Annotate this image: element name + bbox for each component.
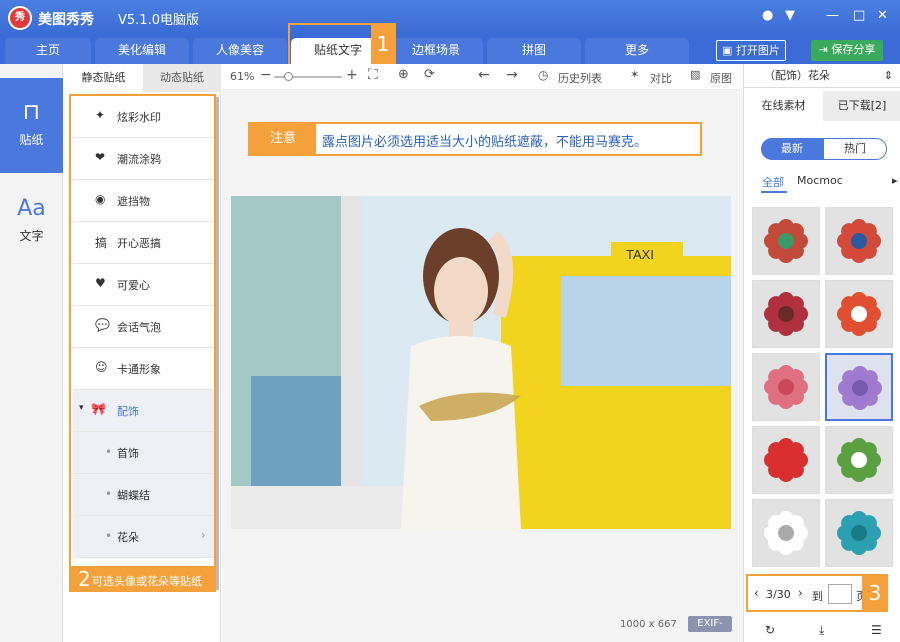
photo-illustration: TAXI — [231, 196, 731, 529]
category-selector[interactable]: （配饰）花朵 ⇕ — [744, 64, 900, 88]
badge-1: 1 — [371, 24, 395, 64]
exif-button[interactable]: EXIF- — [688, 616, 732, 632]
export-icon: ⇥ — [818, 43, 832, 56]
next-page-icon[interactable]: › — [798, 586, 803, 600]
sticker-thumbnail[interactable] — [825, 426, 893, 494]
sticker-thumbnail[interactable] — [825, 499, 893, 567]
flower-icon — [764, 438, 808, 482]
zoom-slider-handle[interactable] — [284, 72, 293, 81]
save-share-button[interactable]: ⇥ 保存分享 — [811, 40, 883, 61]
open-image-button[interactable]: ▣ 打开图片 — [716, 40, 786, 61]
undo-button[interactable]: ← — [478, 67, 490, 83]
main-tabs: 主页 美化编辑 人像美容 贴纸文字 边框场景 拼图 更多 ▣ 打开图片 ⇥ 保存… — [0, 36, 900, 64]
app-logo: 秀 — [8, 6, 32, 30]
layers-icon[interactable]: ☰ — [871, 623, 882, 637]
notice-label: 注意 — [250, 124, 316, 154]
prev-page-icon[interactable]: ‹ — [754, 586, 759, 600]
tab-portrait[interactable]: 人像美容 — [193, 38, 287, 64]
flower-icon — [764, 365, 808, 409]
sticker-thumbnail[interactable] — [752, 280, 820, 348]
badge-3: 3 — [862, 574, 888, 612]
zoom-slider[interactable] — [274, 72, 342, 81]
tab-home[interactable]: 主页 — [5, 38, 91, 64]
page-indicator: 3/30 — [766, 588, 791, 601]
minimize-button[interactable]: — — [826, 8, 839, 23]
title-bar: 秀 美图秀秀 V5.1.0电脑版 ● ▼ — □ ✕ — [0, 0, 900, 36]
notice-text: 露点图片必须选用适当大小的贴纸遮蔽，不能用马赛克。 — [322, 135, 648, 150]
left-rail: ⊓ 贴纸 Aa 文字 — [0, 64, 63, 642]
segment-hot[interactable]: 热门 — [823, 138, 887, 160]
original-button[interactable]: 原图 — [710, 70, 732, 86]
flower-icon — [837, 292, 881, 336]
tab-downloaded[interactable]: 已下载[2] — [823, 91, 900, 121]
tab-beautify[interactable]: 美化编辑 — [95, 38, 189, 64]
goto-label: 到 — [812, 590, 823, 603]
flower-icon — [837, 438, 881, 482]
sticker-thumbnail[interactable] — [825, 280, 893, 348]
badge-2-caption: 可选头像或花朵等贴纸 — [92, 575, 202, 588]
compare-icon: ✶ — [630, 68, 640, 81]
app-version: V5.1.0电脑版 — [118, 13, 199, 28]
sticker-thumbnail[interactable] — [825, 207, 893, 275]
flower-icon — [838, 366, 882, 410]
compare-button[interactable]: 对比 — [650, 70, 672, 86]
zoom-in-button[interactable]: + — [346, 67, 358, 83]
actual-size-icon[interactable]: ⊕ — [398, 67, 409, 82]
updown-icon: ⇕ — [883, 69, 893, 82]
tab-frames[interactable]: 边框场景 — [389, 38, 483, 64]
refresh-icon[interactable]: ↻ — [765, 623, 775, 637]
flower-icon — [764, 292, 808, 336]
maximize-button[interactable]: □ — [853, 8, 865, 23]
rail-stickers[interactable]: ⊓ 贴纸 — [0, 78, 63, 173]
download-icon[interactable]: ⤓ — [819, 623, 824, 638]
close-button[interactable]: ✕ — [877, 8, 888, 23]
fit-window-icon[interactable]: ⛶ — [368, 67, 378, 83]
image-icon: ▣ — [722, 44, 736, 57]
text-icon: Aa — [17, 196, 46, 221]
footer-icons: ↻ ⤓ ☰ — [743, 620, 900, 642]
tab-collage[interactable]: 拼图 — [487, 38, 581, 64]
sticker-thumbnail[interactable] — [825, 353, 893, 421]
sticker-thumbnail[interactable] — [752, 426, 820, 494]
sticker-thumbnail[interactable] — [752, 499, 820, 567]
highlight-box-2 — [69, 94, 216, 592]
menu-dropdown-icon[interactable]: ▼ — [785, 8, 795, 23]
badge-2: 2 — [78, 567, 91, 591]
rotate-icon[interactable]: ⟳ — [424, 67, 435, 82]
tab-static-stickers[interactable]: 静态贴纸 — [64, 64, 143, 92]
zoom-level: 61% — [230, 70, 255, 83]
zoom-out-button[interactable]: − — [260, 67, 272, 83]
app-name: 美图秀秀 — [38, 12, 94, 28]
filter-next-icon[interactable]: ▸ — [892, 174, 898, 187]
sticker-thumbnail[interactable] — [752, 353, 820, 421]
filter-underline — [761, 191, 787, 193]
badge-2-bar: 2 可选头像或花朵等贴纸 — [70, 566, 216, 592]
svg-text:TAXI: TAXI — [626, 247, 654, 262]
rail-text[interactable]: Aa 文字 — [0, 174, 63, 269]
page-input[interactable] — [828, 584, 852, 604]
filter-all[interactable]: 全部 — [762, 174, 784, 190]
tab-online-material[interactable]: 在线素材 — [744, 91, 823, 121]
image-dimensions: 1000 x 667 — [620, 619, 677, 630]
segment-latest[interactable]: 最新 — [761, 138, 823, 160]
tab-more[interactable]: 更多 — [585, 38, 689, 64]
filter-mocmoc[interactable]: Mocmoc — [797, 174, 843, 187]
flower-icon — [764, 511, 808, 555]
flower-icon — [837, 511, 881, 555]
flower-icon — [837, 219, 881, 263]
tab-animated-stickers[interactable]: 动态贴纸 — [143, 64, 221, 92]
bookmark-icon: ⊓ — [22, 100, 41, 125]
toolbar: 61% − + ⛶ ⊕ ⟳ ← → ◷ 历史列表 ✶ 对比 ▧ 原图 — [222, 64, 742, 90]
original-icon: ▧ — [690, 68, 701, 81]
feedback-icon[interactable]: ● — [762, 8, 773, 23]
notice-box: 注意 露点图片必须选用适当大小的贴纸遮蔽，不能用马赛克。 — [248, 122, 702, 156]
history-icon: ◷ — [538, 68, 549, 82]
redo-button[interactable]: → — [506, 67, 518, 83]
sticker-thumbnail[interactable] — [752, 207, 820, 275]
photo-canvas[interactable]: TAXI — [231, 196, 731, 529]
history-list-button[interactable]: 历史列表 — [558, 70, 602, 86]
flower-icon — [764, 219, 808, 263]
